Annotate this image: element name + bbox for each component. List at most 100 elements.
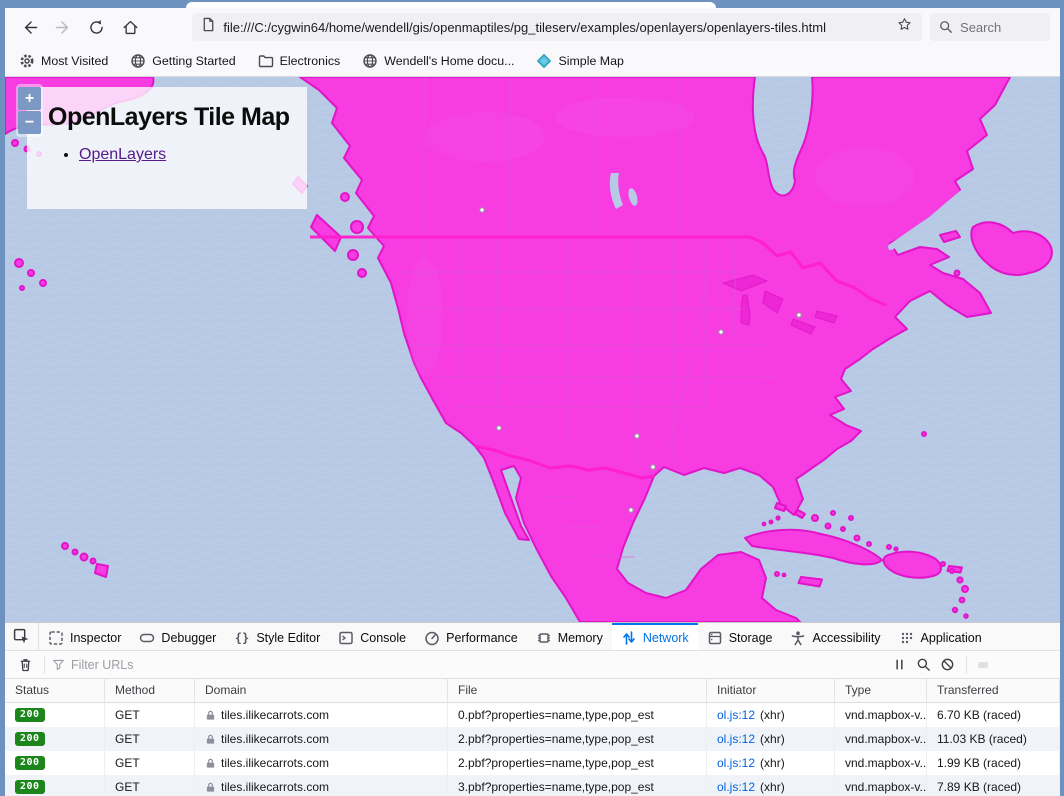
devtools-tab[interactable]: Accessibility	[781, 623, 889, 650]
devtools-tab[interactable]: {} Style Editor	[225, 623, 329, 650]
devtools-tab[interactable]: Application	[890, 623, 991, 650]
request-row[interactable]: 200 GET tiles.ilikecarrots.com 2.pbf?pro…	[5, 727, 1060, 751]
request-file: 2.pbf?properties=name,type,pop_est	[448, 751, 707, 775]
request-transferred: 1.99 KB (raced)	[927, 751, 1060, 775]
column-header-initiator[interactable]: Initiator	[707, 679, 835, 702]
devtools-tab-label: Application	[921, 631, 982, 645]
search-box[interactable]: Search	[930, 13, 1050, 41]
type-filter-button[interactable]	[978, 662, 988, 668]
memory-icon	[536, 630, 552, 646]
bookmark-item[interactable]: Electronics	[258, 53, 341, 69]
map-viewport[interactable]: OpenLayers Tile Map OpenLayers + −	[5, 77, 1060, 622]
request-transferred: 6.70 KB (raced)	[927, 703, 1060, 727]
column-header-domain[interactable]: Domain	[195, 679, 448, 702]
storage-icon	[707, 630, 723, 646]
column-header-method[interactable]: Method	[105, 679, 195, 702]
lock-icon	[205, 782, 216, 793]
column-header-transferred[interactable]: Transferred	[927, 679, 1060, 702]
pick-element-icon	[13, 628, 30, 645]
devtools-tab-label: Debugger	[161, 631, 216, 645]
bookmark-star-icon[interactable]	[896, 16, 913, 38]
pick-element-button[interactable]	[5, 623, 39, 650]
bookmarks-toolbar: Most Visited Getting Started Electronics…	[5, 46, 1060, 77]
url-text[interactable]: file:///C:/cygwin64/home/wendell/gis/ope…	[223, 20, 890, 35]
initiator-suffix: (xhr)	[760, 704, 785, 727]
type-filter-button[interactable]	[1008, 662, 1018, 668]
devtools-tab[interactable]: Performance	[415, 623, 527, 650]
bookmark-item[interactable]: Simple Map	[536, 53, 623, 69]
search-placeholder: Search	[960, 20, 1001, 35]
devtools-tab[interactable]: Storage	[698, 623, 782, 650]
request-domain: tiles.ilikecarrots.com	[221, 776, 329, 796]
gear-icon	[19, 53, 35, 69]
search-icon	[916, 657, 931, 672]
request-type: vnd.mapbox-v...	[835, 703, 927, 727]
initiator-link[interactable]: ol.js:12	[717, 704, 755, 727]
url-bar[interactable]: file:///C:/cygwin64/home/wendell/gis/ope…	[192, 13, 922, 41]
back-arrow-icon	[20, 18, 39, 37]
block-requests-button[interactable]	[935, 653, 959, 677]
zoom-out-button[interactable]: −	[18, 111, 41, 134]
pause-icon	[892, 657, 907, 672]
type-filter-button[interactable]	[1038, 662, 1048, 668]
page-icon	[201, 17, 216, 37]
page-title: OpenLayers Tile Map	[48, 103, 307, 132]
diamond-icon	[536, 53, 552, 69]
clear-requests-button[interactable]	[13, 653, 37, 677]
reload-button[interactable]	[83, 13, 112, 41]
devtools-tab[interactable]: Inspector	[39, 623, 130, 650]
initiator-suffix: (xhr)	[760, 752, 785, 775]
zoom-control: + −	[16, 84, 43, 137]
bookmark-item[interactable]: Most Visited	[19, 53, 108, 69]
devtools-tab[interactable]: Network	[612, 623, 698, 650]
request-row[interactable]: 200 GET tiles.ilikecarrots.com 2.pbf?pro…	[5, 751, 1060, 775]
network-icon	[621, 630, 637, 646]
type-filter-button[interactable]	[993, 662, 1003, 668]
request-type: vnd.mapbox-v...	[835, 751, 927, 775]
zoom-in-button[interactable]: +	[18, 87, 41, 110]
funnel-icon	[52, 658, 65, 671]
column-header-file[interactable]: File	[448, 679, 707, 702]
bookmark-item[interactable]: Wendell's Home docu...	[362, 53, 514, 69]
performance-icon	[424, 630, 440, 646]
lock-icon	[205, 758, 216, 769]
initiator-suffix: (xhr)	[760, 776, 785, 796]
filter-urls-input[interactable]: Filter URLs	[52, 658, 887, 672]
initiator-link[interactable]: ol.js:12	[717, 752, 755, 775]
block-icon	[940, 657, 955, 672]
request-method: GET	[105, 703, 195, 727]
initiator-link[interactable]: ol.js:12	[717, 728, 755, 751]
request-method: GET	[105, 751, 195, 775]
devtools-tab[interactable]: Debugger	[130, 623, 225, 650]
bookmark-label: Simple Map	[558, 54, 623, 68]
column-header-type[interactable]: Type	[835, 679, 927, 702]
forward-button[interactable]	[49, 13, 78, 41]
initiator-link[interactable]: ol.js:12	[717, 776, 755, 796]
back-button[interactable]	[15, 13, 44, 41]
devtools-tab-label: Storage	[729, 631, 773, 645]
search-requests-button[interactable]	[911, 653, 935, 677]
lock-icon	[205, 734, 216, 745]
application-icon	[899, 630, 915, 646]
column-header-status[interactable]: Status	[5, 679, 105, 702]
devtools-tabbar: Inspector Debugger {} Style Editor Conso…	[5, 623, 1060, 651]
globe-icon	[362, 53, 378, 69]
globe-icon	[130, 53, 146, 69]
home-button[interactable]	[116, 13, 145, 41]
type-filter-button[interactable]	[1023, 662, 1033, 668]
request-method: GET	[105, 775, 195, 796]
bookmark-label: Getting Started	[152, 54, 235, 68]
network-request-table: Status Method Domain File Initiator Type…	[5, 679, 1060, 796]
devtools-tab-label: Memory	[558, 631, 603, 645]
request-row[interactable]: 200 GET tiles.ilikecarrots.com 0.pbf?pro…	[5, 703, 1060, 727]
pause-recording-button[interactable]	[887, 653, 911, 677]
bookmark-item[interactable]: Getting Started	[130, 53, 235, 69]
request-row[interactable]: 200 GET tiles.ilikecarrots.com 3.pbf?pro…	[5, 775, 1060, 796]
browser-window: file:///C:/cygwin64/home/wendell/gis/ope…	[0, 0, 1064, 796]
devtools-tab[interactable]: Console	[329, 623, 415, 650]
initiator-suffix: (xhr)	[760, 728, 785, 751]
request-domain: tiles.ilikecarrots.com	[221, 728, 329, 751]
request-type-filters	[974, 662, 1052, 668]
openlayers-link[interactable]: OpenLayers	[79, 146, 166, 163]
devtools-tab[interactable]: Memory	[527, 623, 612, 650]
